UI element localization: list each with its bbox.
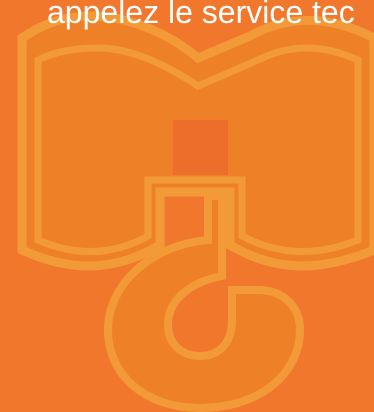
splash-screen: appelez le service tec <box>0 0 374 412</box>
message-text: appelez le service tec <box>47 0 355 30</box>
hook-block <box>173 120 228 175</box>
shield-with-crane-hook-icon <box>17 11 374 412</box>
